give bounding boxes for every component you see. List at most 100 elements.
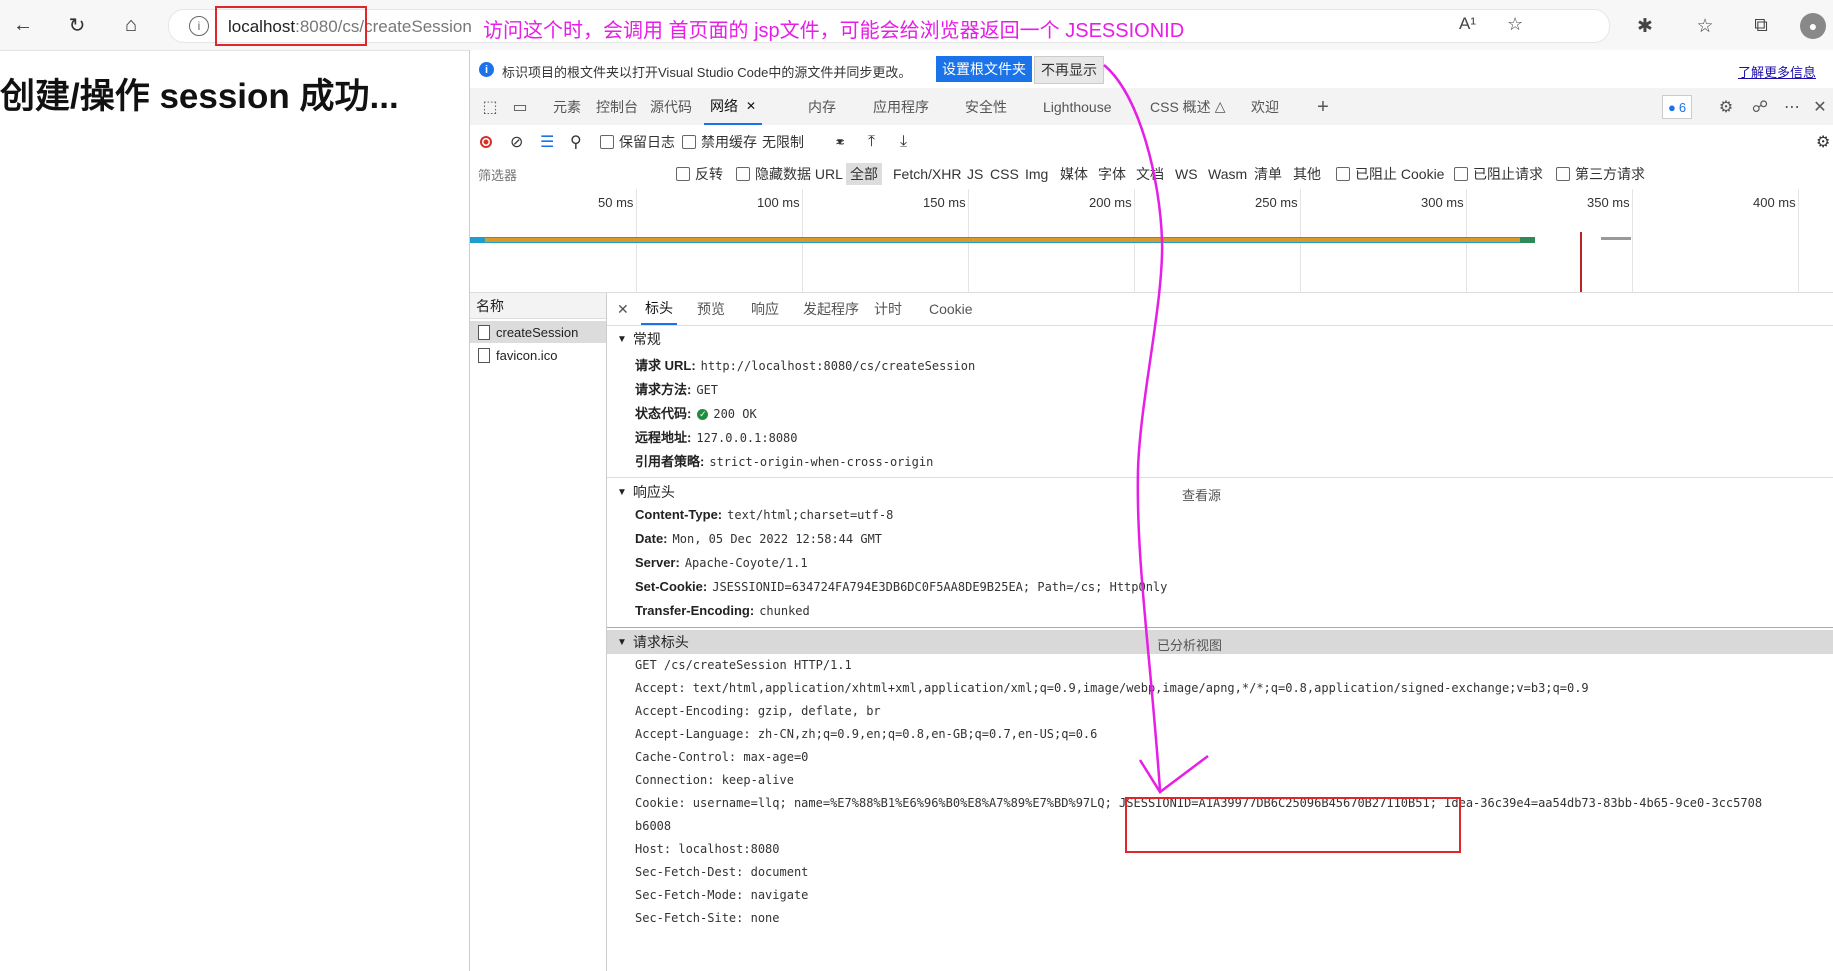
filter-icon[interactable]: ☰ [540,125,554,159]
tab-console[interactable]: 控制台 [596,88,638,125]
tab-lighthouse[interactable]: Lighthouse [1043,88,1112,125]
response-header-row: Set-Cookie: JSESSIONID=634724FA794E3DB6DC… [635,579,1168,594]
infobar-text: 标识项目的根文件夹以打开Visual Studio Code中的源文件并同步更改… [502,65,912,80]
request-row[interactable]: favicon.ico [470,344,606,366]
filter-type-doc[interactable]: 文档 [1136,159,1164,189]
export-har-icon[interactable]: ⤓ [900,125,907,159]
tab-security[interactable]: 安全性 [965,88,1007,125]
filter-type-ws[interactable]: WS [1175,159,1198,189]
request-list: 名称 createSession favicon.ico [470,293,607,971]
view-source-link[interactable]: 查看源 [1182,485,1221,504]
browser-toolbar: ← ↻ ⌂ i A¹ ☆ localhost:8080/cs/createSes… [0,0,1833,51]
disable-cache-checkbox[interactable]: 禁用缓存 [682,125,757,159]
network-timeline[interactable]: 50 ms 100 ms 150 ms 200 ms 250 ms 300 ms… [470,189,1833,293]
tab-network[interactable]: 网络 ✕ [704,88,763,125]
learn-more-link[interactable]: 了解更多信息 [1738,62,1816,81]
network-conditions-icon[interactable]: ≈ [836,125,844,159]
parsed-view-link[interactable]: 已分析视图 [1157,635,1222,654]
tab-application[interactable]: 应用程序 [873,88,929,125]
search-icon[interactable]: ⚲ [570,125,582,159]
back-icon[interactable]: ← [8,10,38,40]
tab-sources[interactable]: 源代码 [650,88,692,125]
tab-response[interactable]: 响应 [751,293,779,325]
import-har-icon[interactable]: ⤒ [868,125,875,159]
settings-gear-icon[interactable]: ⚙ [1716,97,1736,117]
collections-icon[interactable]: ⧉ [1748,13,1774,39]
timeline-tick-label: 50 ms [598,195,634,210]
record-icon[interactable] [480,125,492,159]
close-devtools-icon[interactable]: ✕ [1810,97,1830,117]
response-header-row: Server: Apache-Coyote/1.1 [635,555,808,570]
dont-show-again-button[interactable]: 不再显示 [1034,56,1104,84]
tab-preview[interactable]: 预览 [697,293,725,325]
hide-data-urls-checkbox[interactable]: 隐藏数据 URL [736,159,843,189]
document-icon [478,324,490,340]
network-settings-icon[interactable]: ⚙ [1816,125,1830,159]
more-tabs-plus-icon[interactable]: + [1313,96,1333,118]
extensions-icon[interactable]: ✱ [1632,13,1658,39]
filter-type-img[interactable]: Img [1025,159,1048,189]
issues-badge[interactable]: ● 6 [1662,95,1693,119]
more-options-icon[interactable]: ⋯ [1782,97,1802,117]
issues-icon: ● [1668,99,1676,115]
customize-icon[interactable]: ☍ [1750,97,1770,117]
clear-icon[interactable]: ⊘ [510,125,523,159]
tab-headers[interactable]: 标头 [641,293,677,325]
tab-elements[interactable]: 元素 [553,88,581,125]
timeline-download-bar [1520,237,1535,243]
general-section-header[interactable]: ▼ 常规 [607,327,1833,351]
filter-type-js[interactable]: JS [967,159,983,189]
favorites-icon[interactable]: ☆ [1692,13,1718,39]
profile-avatar[interactable]: ● [1800,13,1826,39]
close-tab-icon[interactable]: ✕ [746,99,756,113]
filter-type-manifest[interactable]: 清单 [1254,159,1282,189]
request-method-row: 请求方法: GET [635,382,719,397]
filter-type-all[interactable]: 全部 [846,163,882,185]
devtools-tabbar: ⬚ ▭ 元素 控制台 源代码 网络 ✕ 内存 应用程序 安全性 Lighthous… [470,88,1833,126]
blocked-cookies-checkbox[interactable]: 已阻止 Cookie [1336,159,1444,189]
tab-welcome[interactable]: 欢迎 [1251,88,1279,125]
third-party-checkbox[interactable]: 第三方请求 [1556,159,1645,189]
filter-type-media[interactable]: 媒体 [1060,159,1088,189]
tab-cookies[interactable]: Cookie [929,293,973,325]
url-highlight-box [215,6,367,46]
device-toolbar-icon[interactable]: ▭ [510,97,530,117]
invert-checkbox[interactable]: 反转 [676,159,723,189]
request-row[interactable]: createSession [470,321,606,343]
filter-type-fetch[interactable]: Fetch/XHR [893,159,961,189]
timeline-load-marker [1580,232,1582,292]
tab-memory[interactable]: 内存 [808,88,836,125]
filter-type-other[interactable]: 其他 [1293,159,1321,189]
filter-type-wasm[interactable]: Wasm [1208,159,1247,189]
refresh-icon[interactable]: ↻ [62,10,92,40]
set-root-folder-button[interactable]: 设置根文件夹 [936,56,1032,82]
throttle-select[interactable]: 无限制 ▼ [762,125,845,159]
close-detail-icon[interactable]: ✕ [617,293,629,325]
preserve-log-checkbox[interactable]: 保留日志 [600,125,675,159]
triangle-down-icon: ▼ [617,333,627,345]
filter-type-font[interactable]: 字体 [1098,159,1126,189]
home-icon[interactable]: ⌂ [116,10,146,40]
divider [607,627,1833,628]
timeline-tick-label: 100 ms [757,195,800,210]
workspace-infobar: i 标识项目的根文件夹以打开Visual Studio Code中的源文件并同步… [470,50,1833,89]
read-aloud-icon[interactable]: A¹ [1459,14,1476,34]
tab-timing[interactable]: 计时 [874,293,902,325]
tab-css-overview[interactable]: CSS 概述 △ [1150,88,1225,125]
request-detail: ✕ 标头 预览 响应 发起程序 计时 Cookie ▼ 常规 请求 URL: htt… [607,293,1833,971]
timeline-tick-label: 250 ms [1255,195,1298,210]
page-title: 创建/操作 session 成功... [0,77,399,116]
site-info-icon[interactable]: i [189,16,209,36]
request-header-line: Sec-Fetch-Site: none [635,911,780,925]
add-favorite-icon[interactable]: ☆ [1507,14,1523,35]
request-list-header[interactable]: 名称 [470,293,606,319]
filter-bar: 反转 隐藏数据 URL 全部 Fetch/XHR JS CSS Img 媒体 字… [470,159,1833,190]
triangle-down-icon: ▼ [617,636,627,648]
inspect-element-icon[interactable]: ⬚ [480,97,500,117]
tab-initiator[interactable]: 发起程序 [803,293,859,325]
filter-input[interactable] [476,164,660,186]
filter-type-css[interactable]: CSS [990,159,1019,189]
timeline-secondary-bar [1601,237,1631,240]
request-header-line: Accept-Encoding: gzip, deflate, br [635,704,881,718]
blocked-requests-checkbox[interactable]: 已阻止请求 [1454,159,1543,189]
